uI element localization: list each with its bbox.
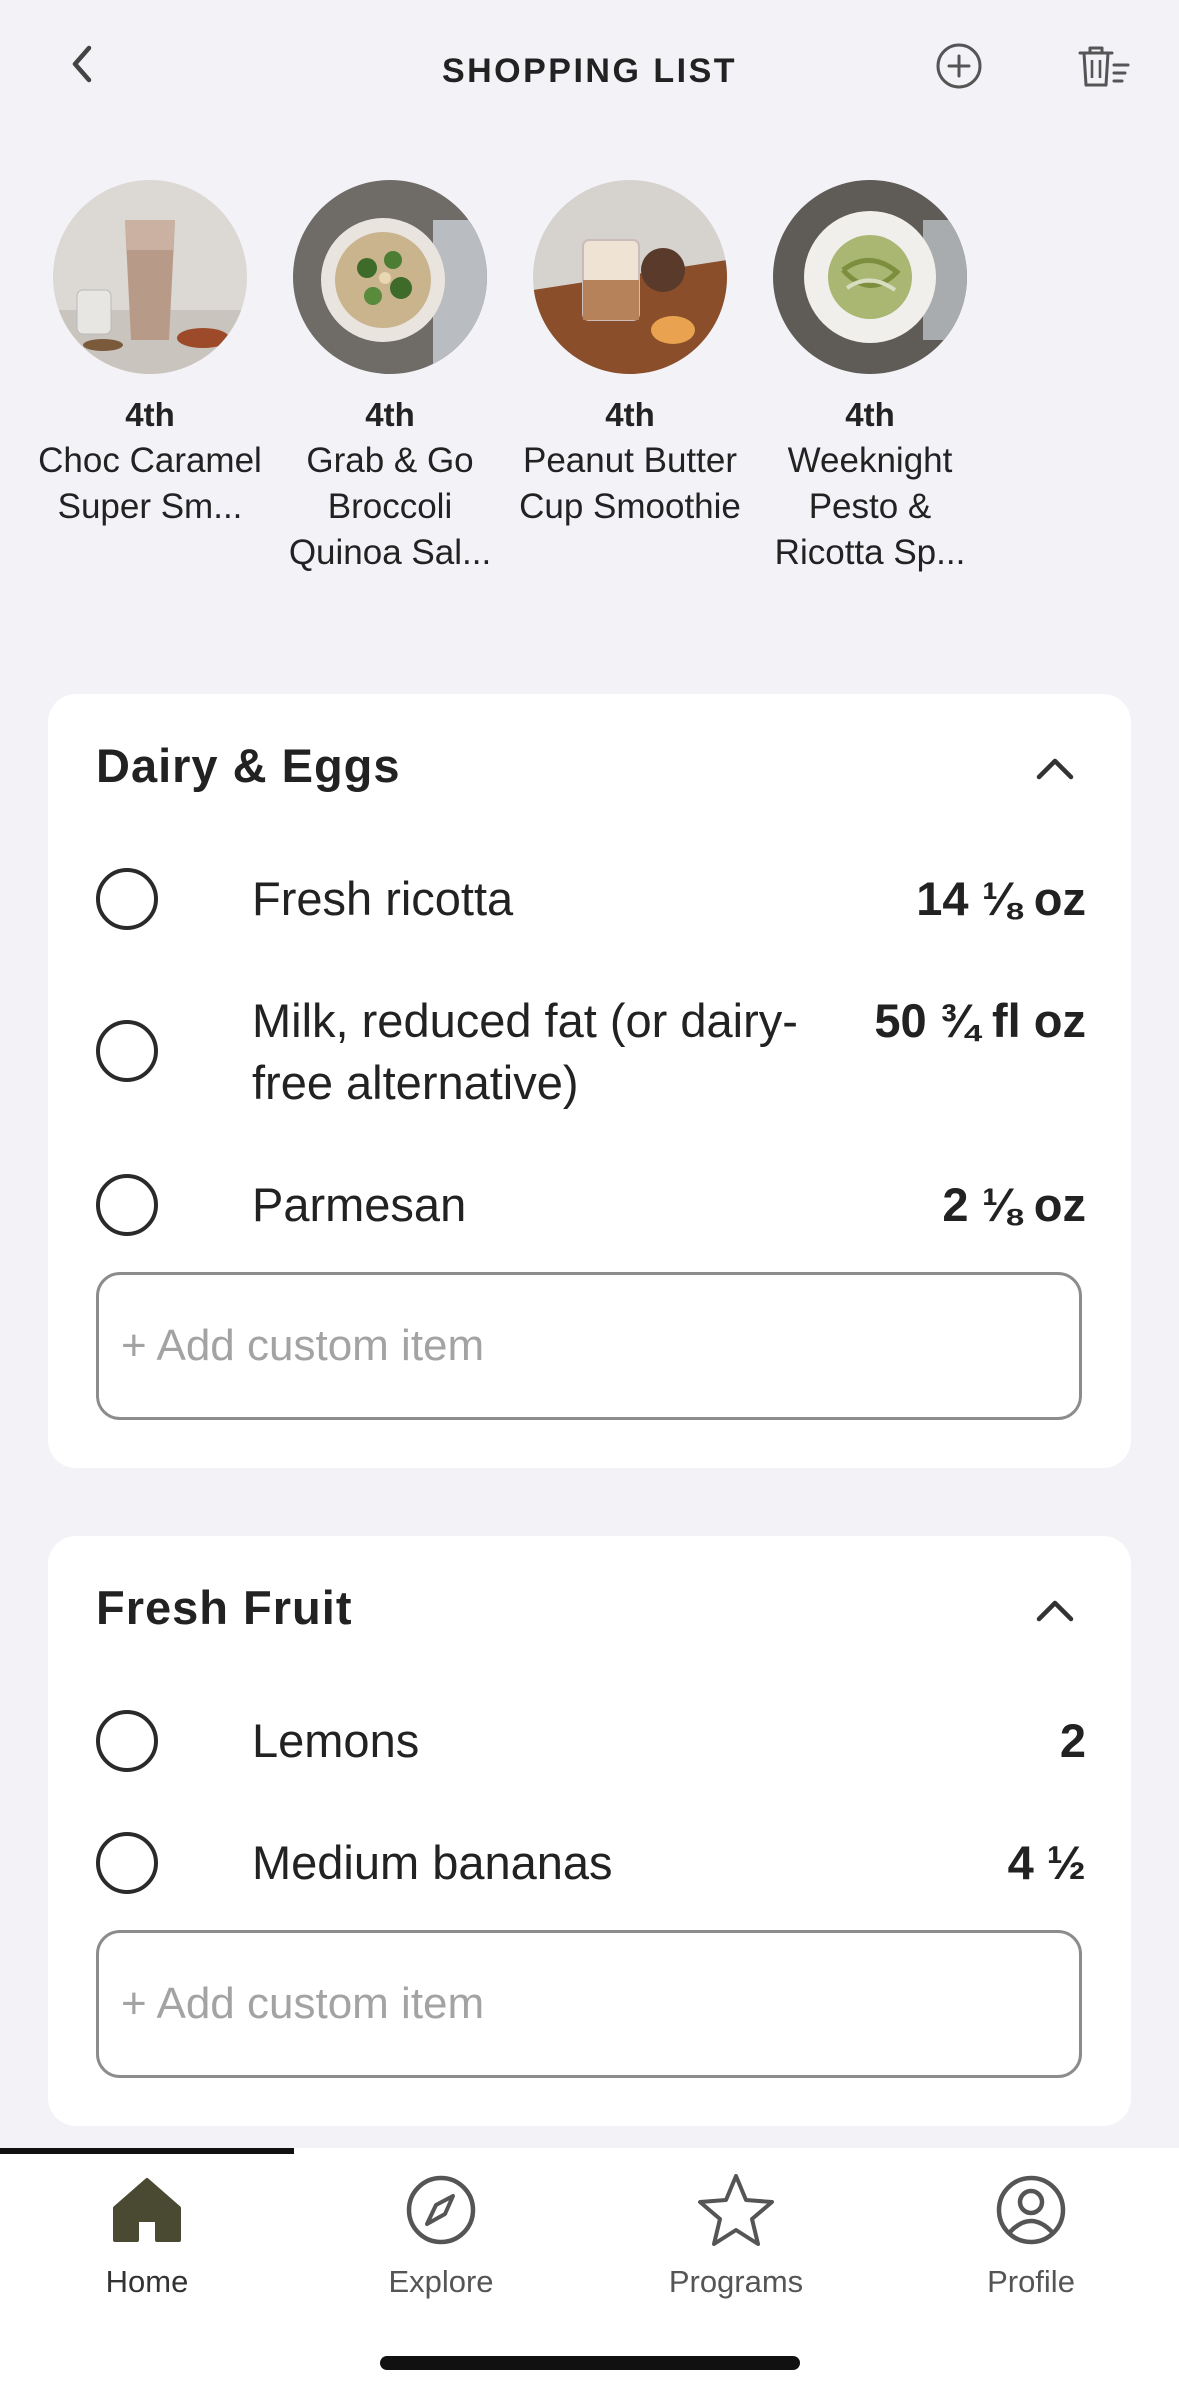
star-icon [696,2170,776,2250]
recipe-day: 4th [605,396,655,433]
page-title: SHOPPING LIST [441,52,738,90]
tab-profile[interactable]: Profile [884,2170,1178,2300]
item-name: Fresh ricotta [252,872,514,925]
tab-label: Profile [987,2264,1075,2299]
recipe-card[interactable]: 4th Choc Caramel Super Sm... [30,180,270,580]
item-checkbox[interactable] [96,868,158,930]
item-name: Milk, reduced fat (or dairy-free alterna… [252,994,798,1109]
item-quantity: 50 ¾ fl oz [874,994,1086,1047]
recipe-name: Peanut Butter Cup Smoothie [519,441,741,526]
section-card-fresh-fruit: Fresh Fruit Lemons 2 Medium bananas 4 ½ [48,1536,1131,2126]
recipe-name: Choc Caramel Super Sm... [38,441,262,526]
home-indicator [380,2356,800,2370]
recipe-day: 4th [125,396,175,433]
item-checkbox[interactable] [96,1710,158,1772]
add-button[interactable] [931,38,987,94]
section-title: Fresh Fruit [96,1581,353,1634]
item-checkbox[interactable] [96,1020,158,1082]
add-custom-item-input[interactable] [96,1272,1082,1420]
plus-circle-icon [936,43,982,89]
recipe-card[interactable]: 4th Peanut Butter Cup Smoothie [510,180,750,580]
tab-label: Explore [388,2264,494,2299]
recipe-card[interactable]: 4th Weeknight Pesto & Ricotta Sp... [750,180,990,580]
profile-icon [991,2170,1071,2250]
recipe-image-pesto-pasta [773,180,967,374]
item-name: Medium bananas [252,1836,613,1889]
recipe-image-salad [293,180,487,374]
item-quantity: 14 ⅛ oz [916,872,1086,925]
recipe-day: 4th [365,396,415,433]
tab-explore[interactable]: Explore [294,2170,588,2300]
recipe-image-smoothie [53,180,247,374]
section-title: Dairy & Eggs [96,739,401,792]
item-checkbox[interactable] [96,1832,158,1894]
active-tab-indicator [0,2148,294,2154]
recipe-name: Grab & Go Broccoli Quinoa Sal... [288,441,492,572]
collapse-button[interactable] [1031,1586,1079,1634]
section-card-dairy-eggs: Dairy & Eggs Fresh ricotta 14 ⅛ oz Milk,… [48,694,1131,1468]
tab-label: Home [105,2264,189,2299]
chevron-up-icon [1036,1600,1074,1622]
tab-home[interactable]: Home [0,2170,294,2300]
tab-label: Programs [668,2264,804,2299]
item-name: Lemons [252,1714,420,1767]
item-quantity: 4 ½ [1007,1836,1086,1889]
recipe-card[interactable]: 4th Grab & Go Broccoli Quinoa Sal... [270,180,510,580]
item-checkbox[interactable] [96,1174,158,1236]
clear-list-button[interactable] [1074,38,1134,94]
recipe-day: 4th [845,396,895,433]
item-quantity: 2 ⅛ oz [942,1178,1086,1231]
recipe-name: Weeknight Pesto & Ricotta Sp... [774,441,966,572]
shopping-list-screen: SHOPPING LIST 4th Choc Caramel Super Sm.… [0,0,1179,2396]
header: SHOPPING LIST [0,0,1179,140]
list-item: Fresh ricotta 14 ⅛ oz [96,868,1086,930]
compass-icon [401,2170,481,2250]
tab-programs[interactable]: Programs [589,2170,883,2300]
list-item: Medium bananas 4 ½ [96,1832,1086,1894]
trash-icon [1078,46,1130,87]
list-item: Milk, reduced fat (or dairy-free alterna… [96,990,1086,1114]
item-quantity: 2 [1059,1714,1086,1767]
home-icon [107,2170,187,2250]
item-name: Parmesan [252,1178,467,1231]
recipe-strip: 4th Choc Caramel Super Sm... 4th Grab & … [30,180,1150,580]
collapse-button[interactable] [1031,744,1079,792]
list-item: Lemons 2 [96,1710,1086,1772]
recipe-image-peanut-smoothie [533,180,727,374]
list-item: Parmesan 2 ⅛ oz [96,1174,1086,1236]
chevron-up-icon [1036,758,1074,780]
add-custom-item-input[interactable] [96,1930,1082,2078]
